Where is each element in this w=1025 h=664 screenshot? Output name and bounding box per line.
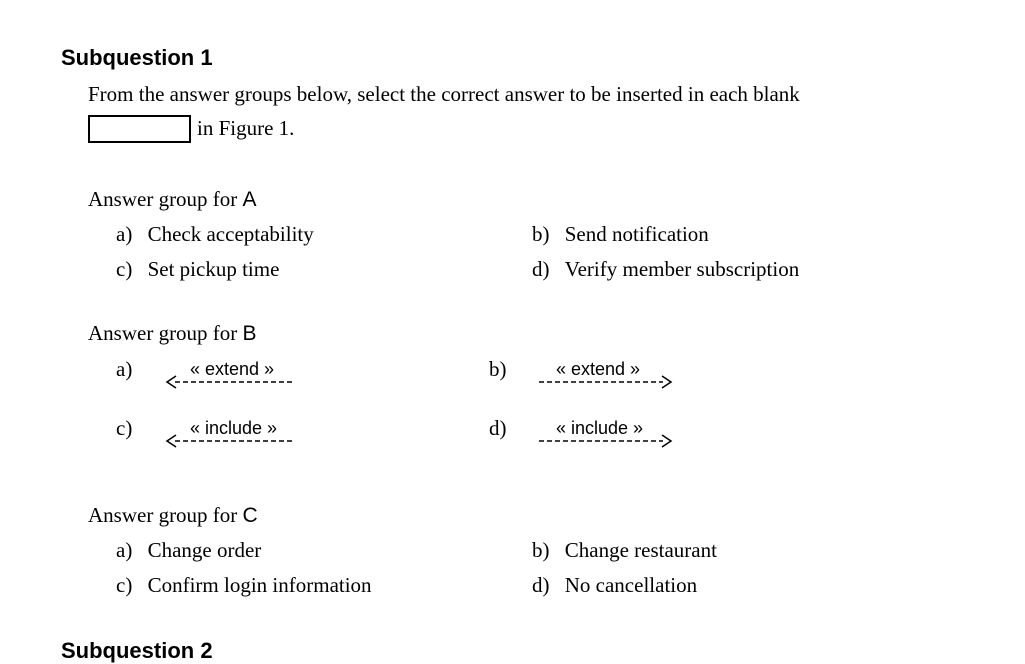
option-text: Change restaurant bbox=[564, 538, 717, 562]
group-c-option-c[interactable]: c) Confirm login information bbox=[116, 573, 372, 598]
group-c-option-d[interactable]: d) No cancellation bbox=[532, 573, 697, 598]
blank-box bbox=[88, 115, 191, 143]
option-text: Check acceptability bbox=[147, 222, 314, 246]
dashed-arrow-left-icon bbox=[165, 375, 293, 389]
group-c-option-b[interactable]: b) Change restaurant bbox=[532, 538, 717, 563]
instruction-line-1: From the answer groups below, select the… bbox=[88, 82, 800, 106]
option-text: Confirm login information bbox=[147, 573, 372, 597]
option-text: Set pickup time bbox=[147, 257, 280, 281]
option-letter: c) bbox=[116, 573, 133, 597]
group-b-option-a-letter[interactable]: a) bbox=[116, 357, 132, 382]
group-title-prefix: Answer group for bbox=[88, 321, 238, 345]
option-text: Change order bbox=[147, 538, 262, 562]
subquestion-1-heading: Subquestion 1 bbox=[61, 45, 213, 70]
option-letter: d) bbox=[532, 257, 550, 281]
option-letter: a) bbox=[116, 538, 133, 562]
group-title-prefix: Answer group for bbox=[88, 503, 238, 527]
group-a-option-d[interactable]: d) Verify member subscription bbox=[532, 257, 799, 282]
group-title-letter: B bbox=[242, 322, 257, 345]
option-text: Verify member subscription bbox=[564, 257, 800, 281]
option-letter: d) bbox=[532, 573, 550, 597]
option-text: No cancellation bbox=[564, 573, 698, 597]
dashed-arrow-right-icon bbox=[539, 375, 673, 389]
group-title-prefix: Answer group for bbox=[88, 187, 238, 211]
group-title-letter: C bbox=[242, 504, 258, 527]
option-letter: b) bbox=[532, 538, 550, 562]
group-title-letter: A bbox=[242, 188, 257, 211]
option-text: Send notification bbox=[564, 222, 709, 246]
answer-group-c-title: Answer group for C bbox=[88, 503, 258, 528]
dashed-arrow-right-icon bbox=[539, 434, 673, 448]
group-b-option-c-letter[interactable]: c) bbox=[116, 416, 132, 441]
group-a-option-c[interactable]: c) Set pickup time bbox=[116, 257, 279, 282]
group-c-option-a[interactable]: a) Change order bbox=[116, 538, 261, 563]
instruction-line-2: in Figure 1. bbox=[197, 116, 295, 140]
group-a-option-b[interactable]: b) Send notification bbox=[532, 222, 709, 247]
option-letter: c) bbox=[116, 257, 133, 281]
answer-group-b-title: Answer group for B bbox=[88, 321, 257, 346]
group-a-option-a[interactable]: a) Check acceptability bbox=[116, 222, 314, 247]
group-b-option-b-letter[interactable]: b) bbox=[489, 357, 507, 382]
dashed-arrow-left-icon bbox=[165, 434, 293, 448]
option-letter: a) bbox=[116, 222, 133, 246]
option-letter: b) bbox=[532, 222, 550, 246]
subquestion-2-heading: Subquestion 2 bbox=[61, 638, 213, 663]
group-b-option-d-letter[interactable]: d) bbox=[489, 416, 507, 441]
answer-group-a-title: Answer group for A bbox=[88, 187, 257, 212]
